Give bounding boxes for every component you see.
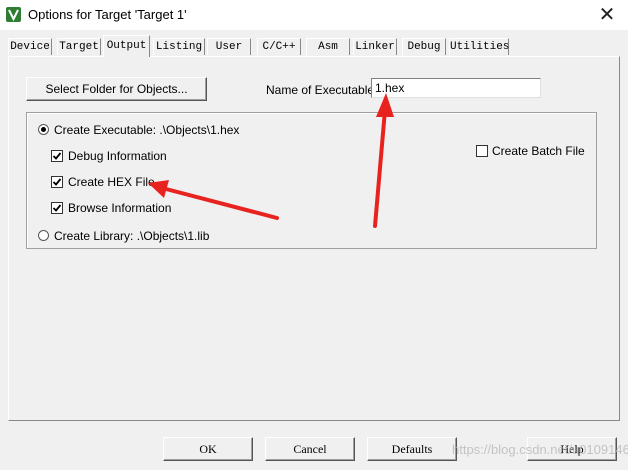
tab-bar: Device Target Output Listing User C/C++ …	[8, 35, 620, 57]
tab-listing[interactable]: Listing	[153, 38, 205, 55]
debug-information-checkbox[interactable]	[51, 150, 63, 162]
tab-linker[interactable]: Linker	[353, 38, 397, 55]
tab-cpp[interactable]: C/C++	[257, 38, 301, 55]
create-executable-label: Create Executable: .\Objects\1.hex	[54, 123, 240, 137]
close-icon: ✕	[598, 4, 616, 26]
tab-target[interactable]: Target	[57, 38, 101, 55]
tab-asm[interactable]: Asm	[306, 38, 350, 55]
create-hex-label: Create HEX File	[68, 175, 155, 189]
watermark-text: https://blog.csdn.net/u010914668	[452, 442, 628, 457]
checkmark-icon	[52, 178, 62, 186]
ok-button[interactable]: OK	[163, 437, 253, 461]
create-library-label: Create Library: .\Objects\1.lib	[54, 229, 210, 243]
radio-selected-dot	[41, 127, 46, 132]
create-batch-label: Create Batch File	[492, 144, 585, 158]
cancel-button[interactable]: Cancel	[265, 437, 355, 461]
name-of-executable-label: Name of Executable:	[266, 83, 378, 97]
tab-user[interactable]: User	[207, 38, 251, 55]
select-folder-button[interactable]: Select Folder for Objects...	[26, 77, 207, 101]
close-button[interactable]: ✕	[594, 2, 620, 28]
title-bar: Options for Target 'Target 1' ✕	[0, 0, 628, 30]
tab-output[interactable]: Output	[103, 35, 150, 57]
tab-debug[interactable]: Debug	[402, 38, 446, 55]
defaults-button[interactable]: Defaults	[367, 437, 457, 461]
create-executable-radio[interactable]	[38, 124, 49, 135]
name-of-executable-input[interactable]: 1.hex	[371, 78, 541, 98]
tab-device[interactable]: Device	[8, 38, 52, 55]
create-batch-checkbox[interactable]	[476, 145, 488, 157]
keil-uvision-icon	[6, 7, 21, 22]
browse-information-checkbox[interactable]	[51, 202, 63, 214]
tab-utilities[interactable]: Utilities	[449, 38, 509, 55]
create-library-radio[interactable]	[38, 230, 49, 241]
checkmark-icon	[52, 152, 62, 160]
checkmark-icon	[52, 204, 62, 212]
window-title: Options for Target 'Target 1'	[28, 7, 187, 22]
create-hex-checkbox[interactable]	[51, 176, 63, 188]
debug-information-label: Debug Information	[68, 149, 167, 163]
browse-information-label: Browse Information	[68, 201, 172, 215]
